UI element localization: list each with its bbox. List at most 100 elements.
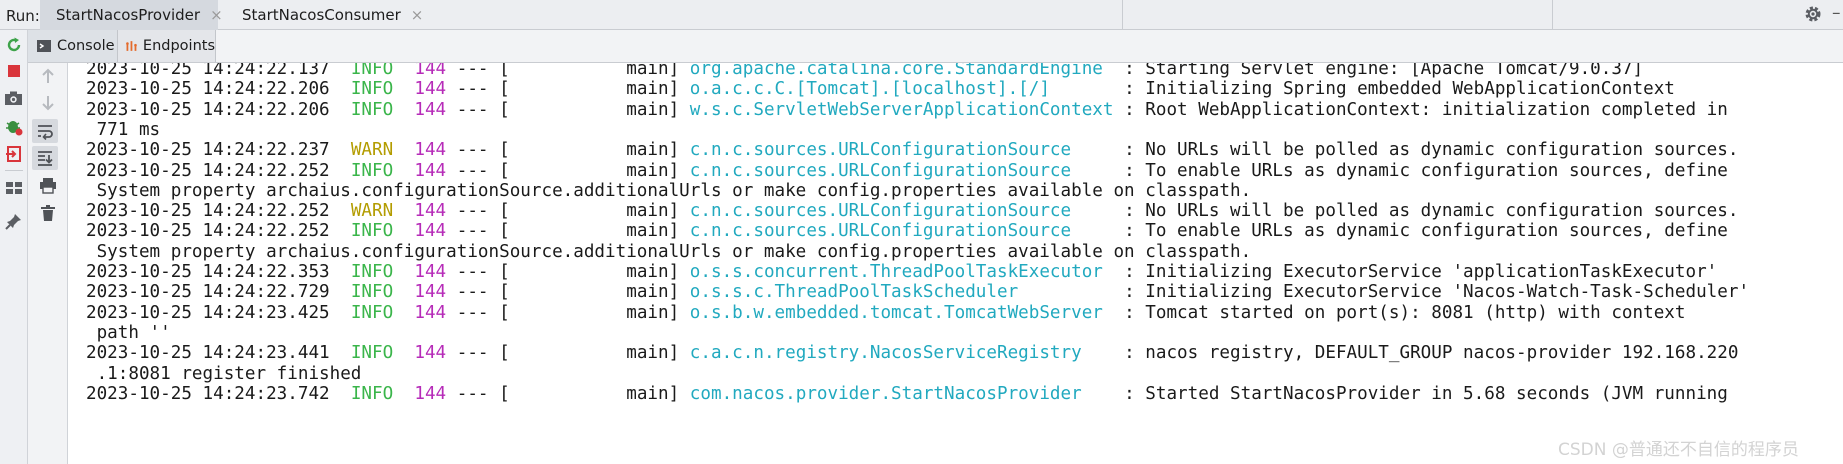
log-logger: o.a.c.c.C.[Tomcat].[localhost].[/]: [689, 79, 1114, 100]
log-logger: c.n.c.sources.URLConfigurationSource: [689, 201, 1114, 222]
endpoints-icon: [126, 41, 137, 51]
log-thread: main]: [509, 99, 690, 120]
log-message: : nacos registry, DEFAULT_GROUP nacos-pr…: [1113, 343, 1739, 364]
run-label: Run:: [6, 7, 40, 25]
camera-icon[interactable]: [4, 90, 23, 107]
log-separator: --- [: [446, 221, 510, 242]
rerun-icon[interactable]: [5, 36, 23, 54]
log-level: WARN: [350, 201, 394, 222]
scroll-to-end-toggle[interactable]: [32, 146, 58, 170]
log-separator: --- [: [446, 160, 510, 181]
console-toolbar: [28, 63, 68, 464]
log-pid: 144: [414, 140, 447, 161]
log-thread: main]: [509, 282, 690, 303]
log-logger: c.n.c.sources.URLConfigurationSource: [689, 160, 1114, 181]
log-level: WARN: [350, 140, 394, 161]
log-thread: main]: [509, 383, 690, 404]
tab-console[interactable]: Console: [28, 30, 118, 62]
down-arrow-icon[interactable]: [40, 94, 56, 112]
log-thread: main]: [509, 201, 690, 222]
log-timestamp: 2023-10-25 14:24:23.441: [86, 343, 330, 364]
log-thread: main]: [509, 343, 690, 364]
close-icon[interactable]: ×: [210, 6, 223, 24]
trash-icon[interactable]: [40, 204, 56, 222]
tab-start-nacos-provider[interactable]: StartNacosProvider ×: [40, 0, 223, 30]
log-separator: --- [: [446, 140, 510, 161]
log-timestamp: 2023-10-25 14:24:22.729: [86, 282, 330, 303]
tab-label: StartNacosConsumer: [242, 6, 401, 24]
log-pid: 144: [414, 262, 447, 282]
tab-label: Endpoints: [142, 38, 215, 54]
log-logger: c.a.c.n.registry.NacosServiceRegistry: [689, 343, 1114, 364]
log-logger: w.s.c.ServletWebServerApplicationContext: [689, 99, 1114, 120]
log-pid: 144: [414, 221, 447, 242]
minimize-icon[interactable]: –: [1832, 3, 1841, 23]
print-icon[interactable]: [39, 177, 57, 194]
tab-separator: [1122, 0, 1123, 30]
log-timestamp: 2023-10-25 14:24:22.237: [86, 140, 330, 161]
console-icon: [37, 40, 51, 52]
tab-label: StartNacosProvider: [56, 6, 201, 24]
tab-label: Console: [57, 38, 115, 54]
log-logger: com.nacos.provider.StartNacosProvider: [689, 383, 1114, 404]
log-level: INFO: [350, 302, 394, 323]
log-message: : Initializing Spring embedded WebApplic…: [1113, 79, 1675, 100]
exit-icon[interactable]: [5, 145, 23, 163]
log-level: INFO: [350, 343, 394, 364]
tab-start-nacos-consumer[interactable]: StartNacosConsumer ×: [226, 0, 423, 30]
log-message: : To enable URLs as dynamic configuratio…: [1113, 221, 1728, 242]
log-continuation: System property archaius.configurationSo…: [86, 241, 1252, 262]
log-message: : Started StartNacosProvider in 5.68 sec…: [1113, 383, 1728, 404]
log-separator: --- [: [446, 282, 510, 303]
log-level: INFO: [350, 262, 394, 282]
log-separator: --- [: [446, 99, 510, 120]
log-pid: 144: [414, 201, 447, 222]
log-separator: --- [: [446, 262, 510, 282]
log-timestamp: 2023-10-25 14:24:22.252: [86, 201, 330, 222]
log-continuation: System property archaius.configurationSo…: [86, 180, 1252, 201]
tab-endpoints[interactable]: Endpoints: [118, 30, 216, 62]
log-message: : Tomcat started on port(s): 8081 (http)…: [1113, 302, 1686, 323]
console-output[interactable]: 2023-10-25 14:24:22.137 INFO 144 --- [ m…: [68, 63, 1843, 464]
stop-icon[interactable]: [6, 63, 22, 79]
console-line: 2023-10-25 14:24:22.206 INFO 144 --- [ m…: [86, 98, 1728, 122]
log-continuation: path '': [86, 322, 171, 343]
console-line: 2023-10-25 14:24:23.425 INFO 144 --- [ m…: [86, 301, 1686, 325]
up-arrow-icon[interactable]: [40, 67, 56, 85]
log-logger: o.s.s.c.ThreadPoolTaskScheduler: [689, 282, 1114, 303]
log-timestamp: 2023-10-25 14:24:23.425: [86, 302, 330, 323]
tab-separator: [1552, 0, 1553, 30]
soft-wrap-icon: [38, 125, 53, 140]
watermark: CSDN @普通还不自信的程序员: [1558, 440, 1799, 460]
log-thread: main]: [509, 262, 690, 282]
log-logger: o.s.s.concurrent.ThreadPoolTaskExecutor: [689, 262, 1114, 282]
run-toolbar: [0, 30, 28, 464]
log-level: INFO: [350, 383, 394, 404]
log-message: : Initializing ExecutorService 'applicat…: [1113, 262, 1718, 282]
log-continuation: .1:8081 register finished: [86, 363, 362, 384]
log-message: : No URLs will be polled as dynamic conf…: [1113, 201, 1739, 222]
log-thread: main]: [509, 302, 690, 323]
log-pid: 144: [414, 383, 447, 404]
log-pid: 144: [414, 79, 447, 100]
log-pid: 144: [414, 99, 447, 120]
pin-icon[interactable]: [5, 212, 23, 230]
layout-icon[interactable]: [5, 180, 23, 196]
log-level: INFO: [350, 79, 394, 100]
log-separator: --- [: [446, 383, 510, 404]
gear-icon[interactable]: [1803, 4, 1823, 24]
log-timestamp: 2023-10-25 14:24:22.353: [86, 262, 330, 282]
log-timestamp: 2023-10-25 14:24:22.206: [86, 79, 330, 100]
console-tab-bar: Console Endpoints: [28, 30, 1843, 63]
log-separator: --- [: [446, 302, 510, 323]
soft-wrap-toggle[interactable]: [32, 119, 58, 143]
log-thread: main]: [509, 160, 690, 181]
log-message: : No URLs will be polled as dynamic conf…: [1113, 140, 1739, 161]
close-icon[interactable]: ×: [411, 6, 424, 24]
log-separator: --- [: [446, 343, 510, 364]
log-level: INFO: [350, 221, 394, 242]
toolbar-divider: [5, 170, 23, 171]
log-timestamp: 2023-10-25 14:24:22.206: [86, 99, 330, 120]
debug-icon[interactable]: [4, 117, 24, 137]
log-thread: main]: [509, 140, 690, 161]
